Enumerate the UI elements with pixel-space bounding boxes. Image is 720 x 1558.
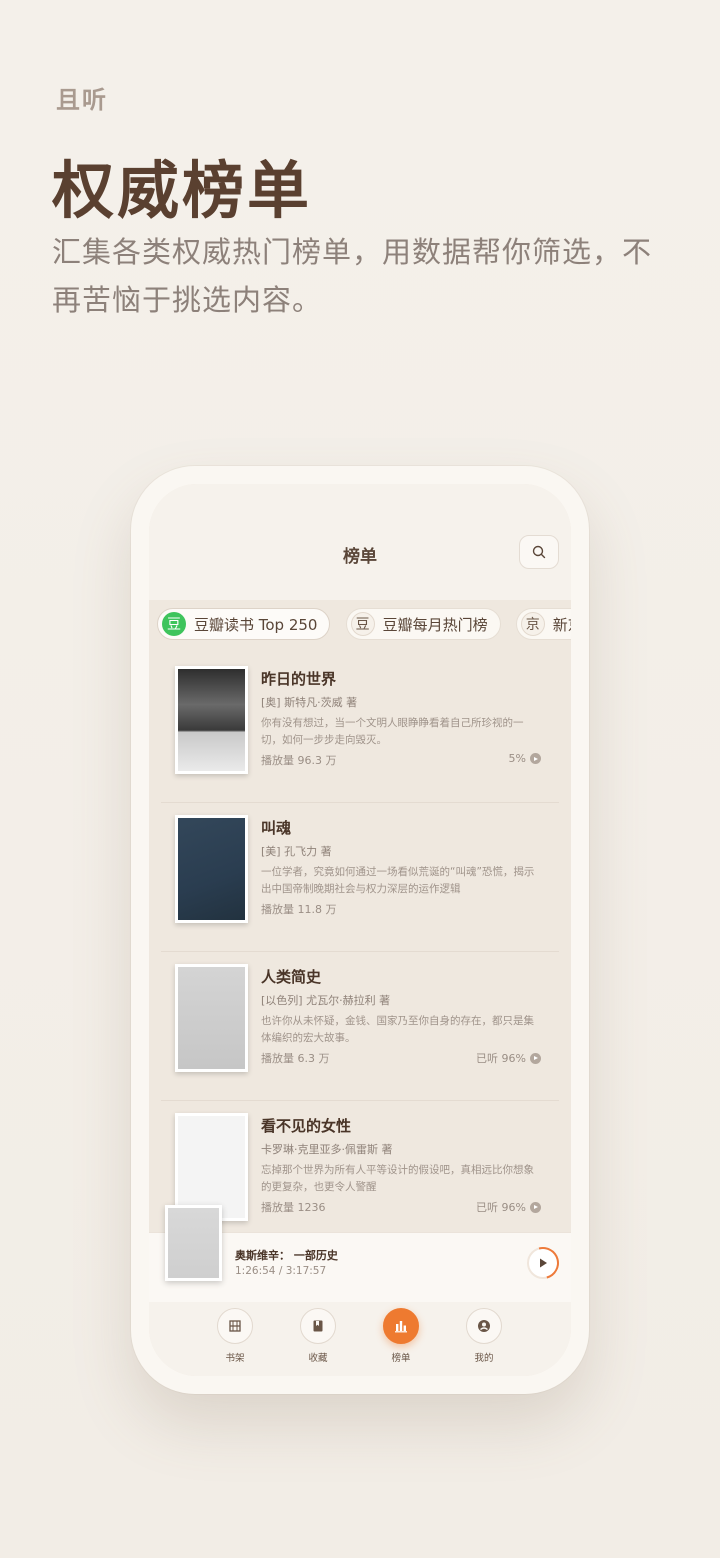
tab-favorites[interactable]: 收藏	[288, 1308, 348, 1364]
book-title: 人类简史	[261, 968, 322, 986]
chip-label: 豆瓣读书 Top 250	[194, 615, 318, 634]
list-item[interactable]: 叫魂 [美] 孔飞力 著 一位学者，究竟如何通过一场看似荒诞的“叫魂”恐慌，揭示…	[161, 803, 559, 952]
tab-bookshelf[interactable]: 书架	[205, 1308, 265, 1364]
book-desc: 忘掉那个世界为所有人平等设计的假设吧，真相远比你想象的更复杂，也更令人警醒	[261, 1164, 534, 1193]
chip-douban-monthly[interactable]: 豆 豆瓣每月热门榜	[345, 608, 501, 640]
search-icon	[532, 545, 546, 559]
book-desc: 一位学者，究竟如何通过一场看似荒诞的“叫魂”恐慌，揭示出中国帝制晚期社会与权力深…	[261, 866, 535, 895]
book-desc: 你有没有想过，当一个文明人眼睁睁看着自己所珍视的一切，如何一步步走向毁灭。	[261, 717, 524, 746]
play-count: 播放量 6.3 万	[261, 1052, 330, 1065]
tab-rankings[interactable]: 榜单	[371, 1308, 431, 1364]
play-progress-ring	[521, 1241, 565, 1285]
tab-label: 我的	[474, 1353, 494, 1364]
play-icon[interactable]	[530, 1052, 541, 1064]
chip-label: 新京	[552, 615, 571, 634]
book-title: 叫魂	[261, 819, 292, 837]
list-item[interactable]: 昨日的世界 [奥] 斯特凡·茨威 著 你有没有想过，当一个文明人眼睁睁看着自己所…	[161, 654, 559, 803]
top-bar: 榜单 豆 豆瓣读书 Top 250 豆 豆瓣每月热门榜 京 新京	[149, 484, 571, 640]
play-count: 播放量 96.3 万	[261, 754, 337, 767]
chart-bar-icon	[395, 1321, 407, 1333]
chip-xinjing[interactable]: 京 新京	[515, 608, 571, 640]
bookshelf-icon	[229, 1320, 241, 1332]
douban-icon: 豆	[350, 612, 375, 636]
book-author: [以色列] 尤瓦尔·赫拉利 著	[261, 994, 391, 1007]
user-icon	[478, 1320, 490, 1332]
mini-player[interactable]: 奥斯维辛： 一部历史 1:26:54 / 3:17:57	[149, 1205, 571, 1302]
bookmark-icon	[313, 1320, 323, 1332]
book-cover	[175, 964, 248, 1072]
book-author: [奥] 斯特凡·茨威 著	[261, 696, 358, 709]
brand-name: 且听	[56, 86, 108, 114]
play-icon[interactable]	[530, 753, 541, 764]
tab-label: 书架	[225, 1353, 245, 1364]
book-cover	[175, 666, 248, 774]
play-count: 播放量 1236	[261, 1201, 326, 1214]
book-desc: 也许你从未怀疑，金钱、国家乃至你自身的存在，都只是集体编织的宏大故事。	[261, 1015, 534, 1044]
list-item[interactable]: 人类简史 [以色列] 尤瓦尔·赫拉利 著 也许你从未怀疑，金钱、国家乃至你自身的…	[161, 952, 559, 1101]
tab-label: 收藏	[308, 1353, 328, 1364]
book-title: 昨日的世界	[261, 670, 337, 688]
page-title: 榜单	[343, 547, 377, 567]
book-title: 看不见的女性	[261, 1117, 352, 1135]
player-title: 奥斯维辛： 一部历史	[235, 1249, 338, 1262]
jing-icon: 京	[520, 612, 545, 636]
listen-progress: 5%	[508, 752, 526, 765]
phone-screen: 榜单 豆 豆瓣读书 Top 250 豆 豆瓣每月热门榜 京 新京	[149, 484, 571, 1376]
book-author: [美] 孔飞力 著	[261, 845, 332, 858]
play-count: 播放量 11.8 万	[261, 903, 337, 916]
player-cover	[165, 1205, 222, 1281]
tab-bar: 书架 收藏 榜单 我的	[149, 1302, 571, 1376]
tab-label: 榜单	[391, 1353, 411, 1364]
book-list: 昨日的世界 [奥] 斯特凡·茨威 著 你有没有想过，当一个文明人眼睁睁看着自己所…	[161, 654, 559, 1250]
play-icon[interactable]	[530, 1201, 541, 1213]
douban-icon: 豆	[162, 612, 186, 636]
listen-progress: 已听 96%	[476, 1201, 526, 1214]
subtitle: 汇集各类权威热门榜单，用数据帮你筛选，不再苦恼于挑选内容。	[52, 235, 653, 317]
book-author: 卡罗琳·克里亚多·佩雷斯 著	[261, 1143, 393, 1156]
book-cover	[175, 815, 248, 923]
ranking-chips: 豆 豆瓣读书 Top 250 豆 豆瓣每月热门榜 京 新京	[157, 608, 571, 642]
listen-progress: 已听 96%	[476, 1052, 526, 1065]
chip-douban-top250[interactable]: 豆 豆瓣读书 Top 250	[157, 608, 331, 640]
player-time: 1:26:54 / 3:17:57	[235, 1265, 327, 1277]
headline: 权威榜单	[52, 154, 313, 227]
chip-label: 豆瓣每月热门榜	[382, 615, 488, 634]
phone-frame: 榜单 豆 豆瓣读书 Top 250 豆 豆瓣每月热门榜 京 新京	[131, 466, 589, 1394]
search-button[interactable]	[519, 535, 559, 569]
tab-profile[interactable]: 我的	[454, 1308, 514, 1364]
